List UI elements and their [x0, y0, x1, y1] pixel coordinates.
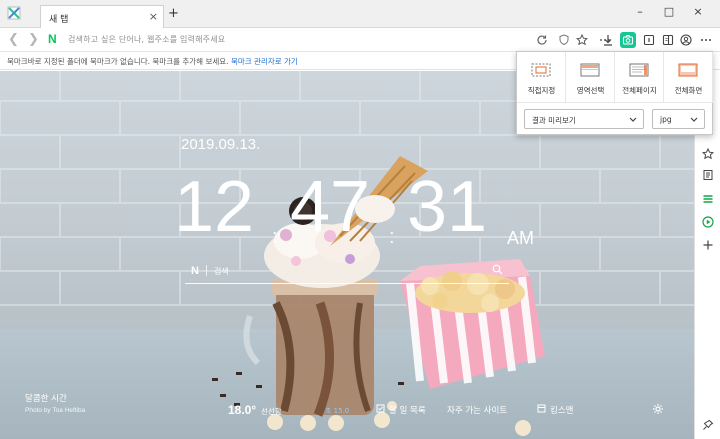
sidebar-pin-icon[interactable] [700, 417, 716, 433]
capture-action-select[interactable]: 결과 미리보기 [524, 109, 644, 129]
capture-option-area[interactable]: 영역선택 [566, 52, 615, 102]
tab-new[interactable]: 새 탭 × [40, 5, 164, 28]
settings-gear-icon[interactable] [652, 403, 664, 418]
capture-option-screen[interactable]: 전체화면 [664, 52, 713, 102]
profile-avatar-icon[interactable] [678, 32, 694, 48]
search-input[interactable]: 검색 [214, 266, 229, 277]
forward-arrow-icon[interactable]: ❯ [28, 32, 39, 47]
back-arrow-icon[interactable]: ❮ [8, 32, 19, 47]
newtab-search-box[interactable]: N 검색 [185, 259, 509, 284]
tab-strip: 새 탭 × + – □ × [0, 0, 720, 28]
close-window-button[interactable]: × [686, 3, 710, 19]
capture-page-icon [629, 63, 649, 77]
capture-option-label: 전체페이지 [622, 86, 657, 95]
sidebar-bookmark-icon[interactable] [700, 146, 716, 162]
capture-screen-icon [678, 63, 698, 77]
clock-minutes: 47 [290, 167, 371, 247]
capture-format-select[interactable]: jpg [652, 109, 705, 129]
newtab-bottom-bar: 18.0° 선선함 초 15.0 할 일 목록 자주 가는 사이트 킹스맨 [0, 401, 694, 421]
todo-icon [376, 404, 385, 416]
capture-option-label: 전체화면 [674, 86, 703, 95]
capture-popup: 직접지정 영역선택 전체페이지 전체화면 결과 미리보기 jpg [516, 51, 714, 135]
capture-area-icon [580, 63, 600, 77]
sidebar-play-icon[interactable] [700, 214, 716, 230]
capture-option-label: 직접지정 [527, 86, 556, 95]
bookmark-hint-text: 북마크바로 지정된 폴더에 북마크가 없습니다. 북마크를 추가해 보세요. [7, 57, 229, 66]
search-divider [206, 265, 207, 276]
more-menu-icon[interactable] [698, 32, 714, 48]
capture-format-value: jpg [660, 115, 672, 124]
capture-option-page[interactable]: 전체페이지 [615, 52, 664, 102]
reader-mode-icon[interactable] [641, 32, 657, 48]
capture-option-label: 영역선택 [576, 86, 605, 95]
todo-list-link[interactable]: 할 일 목록 [376, 404, 426, 416]
naver-logo-icon[interactable]: N [48, 32, 62, 47]
naver-search-logo-icon: N [191, 265, 199, 277]
movie-icon [537, 404, 546, 416]
sidebar-add-icon[interactable] [700, 237, 716, 253]
reload-icon[interactable] [534, 32, 550, 48]
chevron-down-icon [629, 116, 637, 126]
weather-temperature[interactable]: 18.0° [228, 403, 256, 417]
capture-icon[interactable] [620, 32, 636, 48]
maximize-button[interactable]: □ [657, 3, 681, 19]
sidebar-memo-icon[interactable] [700, 167, 716, 183]
bookmark-star-icon[interactable] [574, 32, 590, 48]
side-panel-icon[interactable] [660, 32, 676, 48]
todo-list-label: 할 일 목록 [389, 406, 426, 416]
frequent-sites-link[interactable]: 자주 가는 사이트 [447, 404, 507, 416]
clock-display: 12 : 47 : 31 [174, 167, 504, 248]
tab-close-icon[interactable]: × [149, 10, 158, 23]
popup-divider [517, 102, 714, 103]
navigation-bar: ❮ ❯ N 검색하고 싶은 단어나, 웹주소를 입력해주세요 [0, 28, 720, 52]
tab-title: 새 탭 [49, 15, 69, 25]
shield-icon[interactable] [556, 32, 572, 48]
capture-option-custom[interactable]: 직접지정 [517, 52, 566, 102]
browser-logo-icon[interactable] [6, 5, 22, 21]
capture-action-value: 결과 미리보기 [532, 116, 576, 125]
omnibox-input[interactable]: 검색하고 싶은 단어나, 웹주소를 입력해주세요 [68, 34, 225, 45]
search-icon[interactable] [492, 264, 503, 278]
fine-dust-value: 초 15.0 [325, 407, 350, 415]
kingsman-link[interactable]: 킹스맨 [537, 404, 573, 416]
date-display: 2019.09.13. [181, 136, 261, 153]
frequent-sites-label: 자주 가는 사이트 [447, 406, 508, 416]
bookmark-hint: 북마크바로 지정된 폴더에 북마크가 없습니다. 북마크를 추가해 보세요. 북… [7, 56, 298, 67]
clock-hours: 12 [174, 167, 255, 247]
clock-seconds: 31 [407, 167, 488, 247]
chevron-down-icon [690, 116, 698, 126]
capture-custom-icon [531, 63, 551, 77]
minimize-button[interactable]: – [628, 3, 652, 19]
new-tab-button[interactable]: + [168, 7, 179, 20]
bookmark-manager-link[interactable]: 북마크 관리자로 가기 [231, 57, 298, 66]
weather-description: 선선함 [261, 407, 282, 416]
download-icon[interactable] [600, 32, 616, 48]
sidebar-list-icon[interactable] [700, 191, 716, 207]
kingsman-label: 킹스맨 [550, 406, 574, 416]
clock-ampm: AM [507, 228, 534, 248]
